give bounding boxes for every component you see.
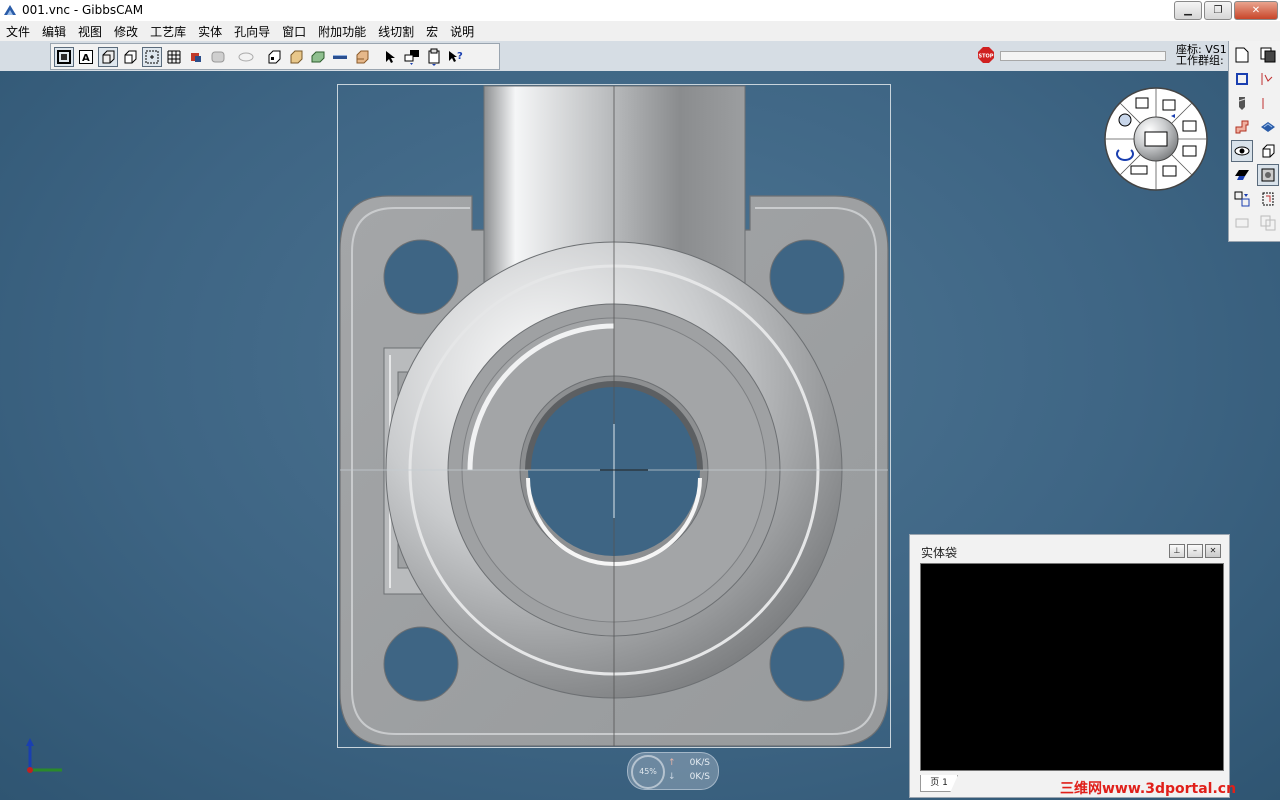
minimize-panel-icon[interactable]: – [1187,544,1203,558]
network-meter: 45% ↑ 0K/S ↓ 0K/S [627,752,719,790]
download-rate: ↓ 0K/S [668,772,710,782]
upload-rate: ↑ 0K/S [668,758,710,768]
solid-bag-title: 实体袋 [921,546,958,560]
upload-arrow-icon: ↑ [668,758,676,768]
network-percent: 45% [631,755,665,789]
solid-bag-panel: 实体袋 ⊥ – ✕ 页 1 [909,534,1230,798]
download-arrow-icon: ↓ [668,772,676,782]
pin-icon[interactable]: ⊥ [1169,544,1185,558]
solid-bag-canvas[interactable] [920,563,1224,771]
axis-triad [26,738,62,773]
watermark: 三维网www.3dportal.cn [1060,781,1237,797]
solid-bag-page-tab[interactable]: 页 1 [920,775,958,792]
view-orientation-wheel[interactable] [1103,86,1209,192]
close-panel-icon[interactable]: ✕ [1205,544,1221,558]
solid-bag-controls: ⊥ – ✕ [1169,544,1221,558]
